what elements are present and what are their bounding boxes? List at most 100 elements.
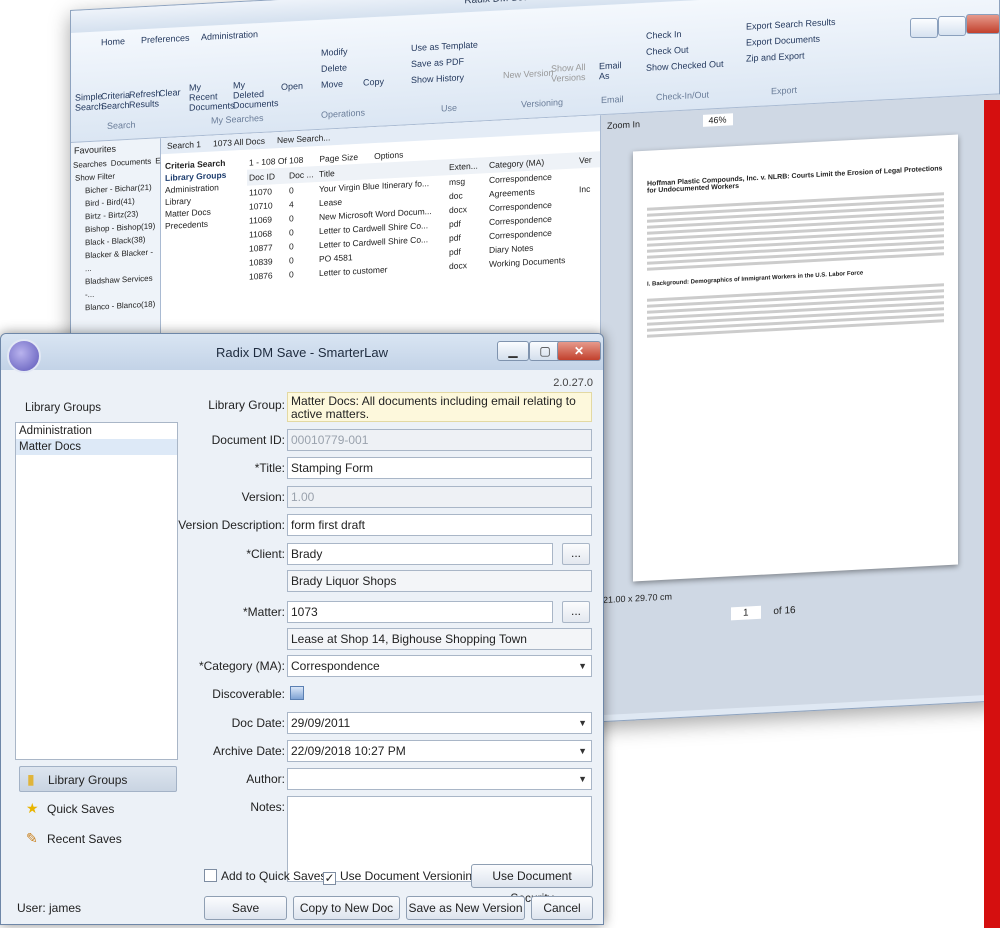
matter-field[interactable]: 1073 xyxy=(287,601,553,623)
clear-button[interactable]: Clear xyxy=(159,87,181,98)
category-select[interactable]: Correspondence ▼ xyxy=(287,655,592,677)
save-as-new-version-button[interactable]: Save as New Version xyxy=(406,896,525,920)
list-item[interactable]: Administration xyxy=(16,423,177,439)
chevron-down-icon: ▼ xyxy=(578,774,587,784)
matter-lookup-button[interactable]: ... xyxy=(562,601,590,623)
refresh-results-button[interactable]: Refresh Results xyxy=(129,88,161,110)
client-label: *Client: xyxy=(246,547,285,561)
version-label: Version: xyxy=(241,490,285,504)
zoom-value[interactable]: 46% xyxy=(702,113,733,127)
show-all-versions-button[interactable]: Show All Versions xyxy=(551,62,591,84)
doc-tab-search-1[interactable]: Search 1 xyxy=(167,139,201,151)
discoverable-checkbox[interactable] xyxy=(290,686,304,700)
zoom-in-button[interactable]: Zoom In xyxy=(607,119,640,131)
chevron-down-icon: ▼ xyxy=(578,661,587,671)
doc-tab-all-docs[interactable]: 1073 All Docs xyxy=(213,136,265,149)
copy-button[interactable]: Copy xyxy=(363,77,384,88)
use-document-security-button[interactable]: Use Document Security xyxy=(471,864,593,905)
move-button[interactable]: Move xyxy=(321,79,343,90)
table-cell: 11068 xyxy=(249,228,273,240)
table-cell: msg xyxy=(449,176,466,188)
page-number-input[interactable]: 1 xyxy=(731,605,761,621)
author-select[interactable]: ▼ xyxy=(287,768,592,790)
library-groups-header: Library Groups xyxy=(25,402,102,414)
version-field: 1.00 xyxy=(287,486,592,508)
checkmark-icon: ✓ xyxy=(323,871,336,885)
table-cell: 10839 xyxy=(249,256,273,268)
client-lookup-button[interactable]: ... xyxy=(562,543,590,565)
title-field[interactable]: Stamping Form xyxy=(287,457,592,479)
list-item[interactable]: Matter Docs xyxy=(16,439,177,455)
doc-date-picker[interactable]: 29/09/2011 ▼ xyxy=(287,712,592,734)
tab-searches[interactable]: Searches xyxy=(73,159,107,170)
use-as-template-button[interactable]: Use as Template xyxy=(411,40,478,54)
save-dialog: Radix DM Save - SmarterLaw ▁ ▢ ✕ 2.0.27.… xyxy=(0,333,604,925)
simple-search-button[interactable]: Simple Search xyxy=(75,91,104,112)
tree-item[interactable]: Bladshaw Services -... xyxy=(85,271,160,301)
check-in-button[interactable]: Check In xyxy=(646,29,682,41)
bg-minimize-button[interactable] xyxy=(910,18,938,38)
library-groups-list[interactable]: Administration Matter Docs xyxy=(15,422,178,760)
add-quick-saves-checkbox[interactable]: Add to Quick Saves xyxy=(204,869,326,883)
options-button[interactable]: Options xyxy=(374,150,403,162)
nav-library-groups[interactable]: ▮ Library Groups xyxy=(19,766,177,792)
modify-button[interactable]: Modify xyxy=(321,46,348,57)
open-button[interactable]: Open xyxy=(281,81,303,92)
zip-and-export-button[interactable]: Zip and Export xyxy=(746,51,805,64)
copy-to-new-doc-button[interactable]: Copy to New Doc xyxy=(293,896,400,920)
table-cell xyxy=(579,169,600,181)
document-id-field: 00010779-001 xyxy=(287,429,592,451)
notes-label: Notes: xyxy=(250,800,285,814)
new-version-button[interactable]: New Version xyxy=(503,68,554,81)
bg-close-button[interactable] xyxy=(966,14,1000,34)
client-field[interactable]: Brady xyxy=(287,543,553,565)
table-cell xyxy=(579,253,600,265)
save-button[interactable]: Save xyxy=(204,896,287,920)
table-cell: 10876 xyxy=(249,270,273,282)
document-edit-icon: ✎ xyxy=(26,830,38,846)
discoverable-label: Discoverable: xyxy=(212,687,285,701)
preview-panel: Zoom In 46% Hoffman Plastic Compounds, I… xyxy=(601,94,1000,716)
archive-date-picker[interactable]: 22/09/2018 10:27 PM ▼ xyxy=(287,740,592,762)
tree-item[interactable]: Blanco - Blanco(18) xyxy=(85,297,160,314)
ribbon-tab-preferences[interactable]: Preferences xyxy=(141,33,190,46)
close-button[interactable]: ✕ xyxy=(557,341,601,361)
table-cell xyxy=(579,225,600,237)
check-out-button[interactable]: Check Out xyxy=(646,45,689,57)
library-group-label: Library Group: xyxy=(208,398,285,412)
criteria-search-button[interactable]: Criteria Search xyxy=(101,90,130,112)
group-search: Search xyxy=(107,119,136,132)
client-name-display: Brady Liquor Shops xyxy=(287,570,592,592)
doc-tab-new-search[interactable]: New Search... xyxy=(277,132,330,145)
my-recent-documents-button[interactable]: My Recent Documents xyxy=(189,81,235,113)
version-description-field[interactable]: form first draft xyxy=(287,514,592,536)
export-documents-button[interactable]: Export Documents xyxy=(746,34,820,48)
page-size-button[interactable]: Page Size xyxy=(319,152,358,164)
minimize-button[interactable]: ▁ xyxy=(497,341,529,361)
tree-item[interactable]: Blacker & Blacker - ... xyxy=(85,245,160,275)
export-search-results-button[interactable]: Export Search Results xyxy=(746,17,836,32)
bg-maximize-button[interactable] xyxy=(938,16,966,36)
checkbox-box xyxy=(204,869,217,882)
ribbon-tab-administration[interactable]: Administration xyxy=(201,29,258,42)
table-cell: 10710 xyxy=(249,200,273,212)
table-cell: 4 xyxy=(289,199,294,210)
use-versioning-checkbox[interactable]: ✓ Use Document Versioning xyxy=(323,869,479,885)
tab-documents[interactable]: Documents xyxy=(111,157,151,168)
user-label: User: james xyxy=(17,901,82,915)
group-export: Export xyxy=(771,84,798,97)
table-cell: pdf xyxy=(449,218,461,230)
delete-button[interactable]: Delete xyxy=(321,62,347,73)
email-as-button[interactable]: Email As xyxy=(599,60,629,81)
nav-recent-saves[interactable]: ✎ Recent Saves xyxy=(19,826,177,852)
show-history-button[interactable]: Show History xyxy=(411,72,464,85)
document-preview-page: Hoffman Plastic Compounds, Inc. v. NLRB:… xyxy=(633,134,958,582)
ribbon-tab-home[interactable]: Home xyxy=(101,36,125,47)
table-cell xyxy=(579,197,600,209)
show-checked-out-button[interactable]: Show Checked Out xyxy=(646,59,724,73)
nav-quick-saves[interactable]: ★ Quick Saves xyxy=(19,796,177,822)
my-deleted-documents-button[interactable]: My Deleted Documents xyxy=(233,78,279,111)
save-as-pdf-button[interactable]: Save as PDF xyxy=(411,56,464,69)
cancel-button[interactable]: Cancel xyxy=(531,896,593,920)
table-cell: Inc xyxy=(579,183,591,195)
